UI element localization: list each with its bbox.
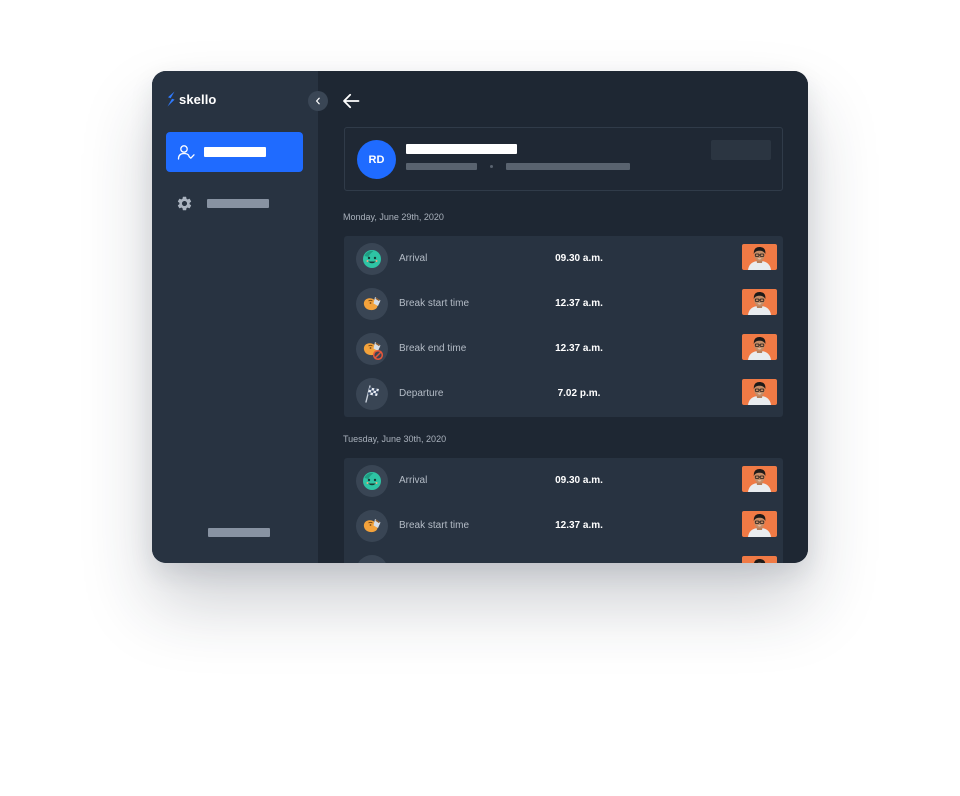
event-label: Arrival — [399, 253, 428, 264]
break-end-coffee-icon — [356, 555, 388, 563]
sidebar-footer-placeholder[interactable] — [208, 528, 270, 537]
profile-action-button[interactable] — [711, 140, 771, 160]
gear-icon — [177, 196, 192, 210]
event-row[interactable]: Arrival 09.30 a.m. — [344, 462, 783, 500]
employee-name-placeholder — [406, 144, 517, 154]
break-start-coffee-icon — [356, 288, 388, 320]
nav-label-placeholder — [207, 198, 269, 208]
event-time: 09.30 a.m. — [555, 253, 603, 264]
app-window: skello RD Monday, June 29th, 2020 Arriva… — [152, 71, 808, 563]
checkered-flag-icon — [356, 378, 388, 410]
event-label: Break start time — [399, 520, 470, 531]
employee-detail-placeholder — [406, 163, 477, 170]
avatar: RD — [357, 140, 396, 179]
event-row[interactable]: Break start time 12.37 a.m. — [344, 285, 783, 323]
back-arrow-icon[interactable] — [342, 93, 360, 109]
event-time: 12.37 a.m. — [555, 298, 603, 309]
employee-detail-placeholder — [506, 163, 630, 170]
collapse-sidebar-button[interactable] — [308, 91, 328, 111]
chevron-left-icon — [316, 97, 320, 105]
separator-dot — [490, 165, 493, 168]
event-label: Break start time — [399, 298, 470, 309]
event-label: Departure — [399, 388, 444, 399]
clock-in-photo[interactable] — [742, 334, 777, 360]
clock-in-photo[interactable] — [742, 556, 777, 563]
event-row[interactable] — [344, 552, 783, 563]
sidebar-item-settings[interactable] — [166, 188, 303, 218]
clock-in-photo[interactable] — [742, 244, 777, 270]
sidebar: skello — [152, 71, 318, 563]
break-start-coffee-icon — [356, 510, 388, 542]
user-check-icon — [177, 145, 195, 160]
day-events-card: Arrival 09.30 a.m. Break start time 12.37 a… — [344, 236, 783, 417]
event-row[interactable]: Break start time 12.37 a.m. — [344, 507, 783, 545]
clock-in-photo[interactable] — [742, 289, 777, 315]
main-content: RD Monday, June 29th, 2020 Arrival 09.30 a… — [318, 71, 808, 563]
event-label: Arrival — [399, 475, 428, 486]
skello-logo-icon — [167, 91, 175, 107]
clock-in-photo[interactable] — [742, 511, 777, 537]
event-row[interactable]: Arrival 09.30 a.m. — [344, 240, 783, 278]
day-events-card: Arrival 09.30 a.m. Break start time 12.37 a… — [344, 458, 783, 563]
event-time: 12.37 a.m. — [555, 343, 603, 354]
event-time: 7.02 p.m. — [557, 388, 601, 399]
sidebar-item-employees[interactable] — [166, 132, 303, 172]
event-row[interactable]: Departure 7.02 p.m. — [344, 375, 783, 413]
app-name: skello — [179, 91, 217, 107]
date-header: Monday, June 29th, 2020 — [343, 212, 444, 222]
app-logo[interactable]: skello — [166, 91, 216, 107]
arrival-face-icon — [356, 243, 388, 275]
event-time: 09.30 a.m. — [555, 475, 603, 486]
event-label: Break end time — [399, 343, 467, 354]
nav-label-placeholder — [204, 147, 266, 157]
employee-profile-card: RD — [344, 127, 783, 191]
event-row[interactable]: Break end time 12.37 a.m. — [344, 330, 783, 368]
clock-in-photo[interactable] — [742, 379, 777, 405]
break-end-coffee-icon — [356, 333, 388, 365]
date-header: Tuesday, June 30th, 2020 — [343, 434, 447, 444]
event-time: 12.37 a.m. — [555, 520, 603, 531]
arrival-face-icon — [356, 465, 388, 497]
clock-in-photo[interactable] — [742, 466, 777, 492]
